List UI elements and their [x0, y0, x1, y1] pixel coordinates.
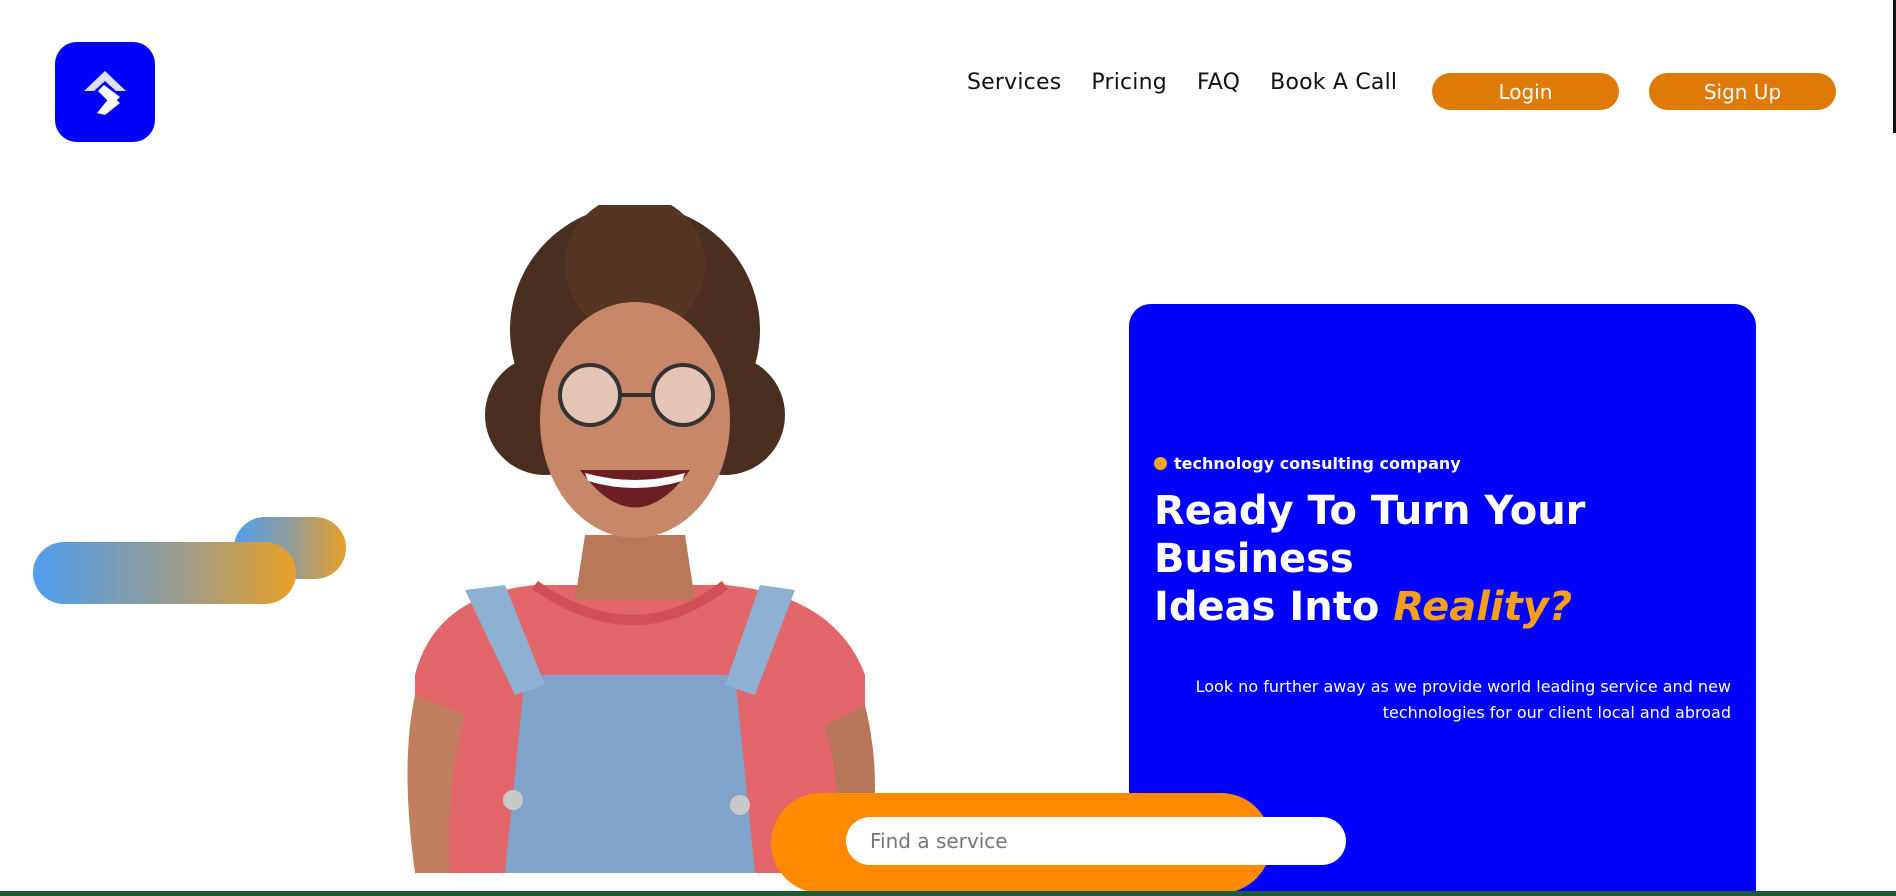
nav-services[interactable]: Services — [967, 70, 1061, 95]
decorative-pill-large — [33, 542, 296, 604]
headline-line-1: Ready To Turn Your — [1154, 488, 1586, 534]
hero-subtext: Look no further away as we provide world… — [1195, 677, 1731, 722]
headline-line-3: Ideas Into — [1154, 584, 1394, 630]
nav-book-a-call[interactable]: Book A Call — [1270, 70, 1397, 95]
landing-page: Services Pricing FAQ Book A Call Login S… — [0, 0, 1896, 891]
main-nav: Services Pricing FAQ Book A Call — [967, 70, 1397, 95]
nav-pricing[interactable]: Pricing — [1091, 70, 1167, 95]
brand-logo[interactable] — [55, 42, 155, 142]
nav-faq[interactable]: FAQ — [1197, 70, 1240, 95]
arrow-logo-icon — [84, 71, 126, 115]
hero-tagline: technology consulting company — [1154, 454, 1461, 473]
tagline-dot-icon — [1154, 457, 1167, 470]
tagline-text: technology consulting company — [1174, 454, 1461, 473]
signup-button[interactable]: Sign Up — [1649, 73, 1836, 110]
find-service-input[interactable] — [846, 817, 1346, 865]
headline-accent: Reality? — [1393, 584, 1573, 630]
login-button[interactable]: Login — [1432, 73, 1619, 110]
headline-line-2: Business — [1154, 536, 1354, 582]
hero-headline: Ready To Turn Your Business Ideas Into R… — [1154, 487, 1674, 631]
hero-person-image — [407, 205, 875, 873]
